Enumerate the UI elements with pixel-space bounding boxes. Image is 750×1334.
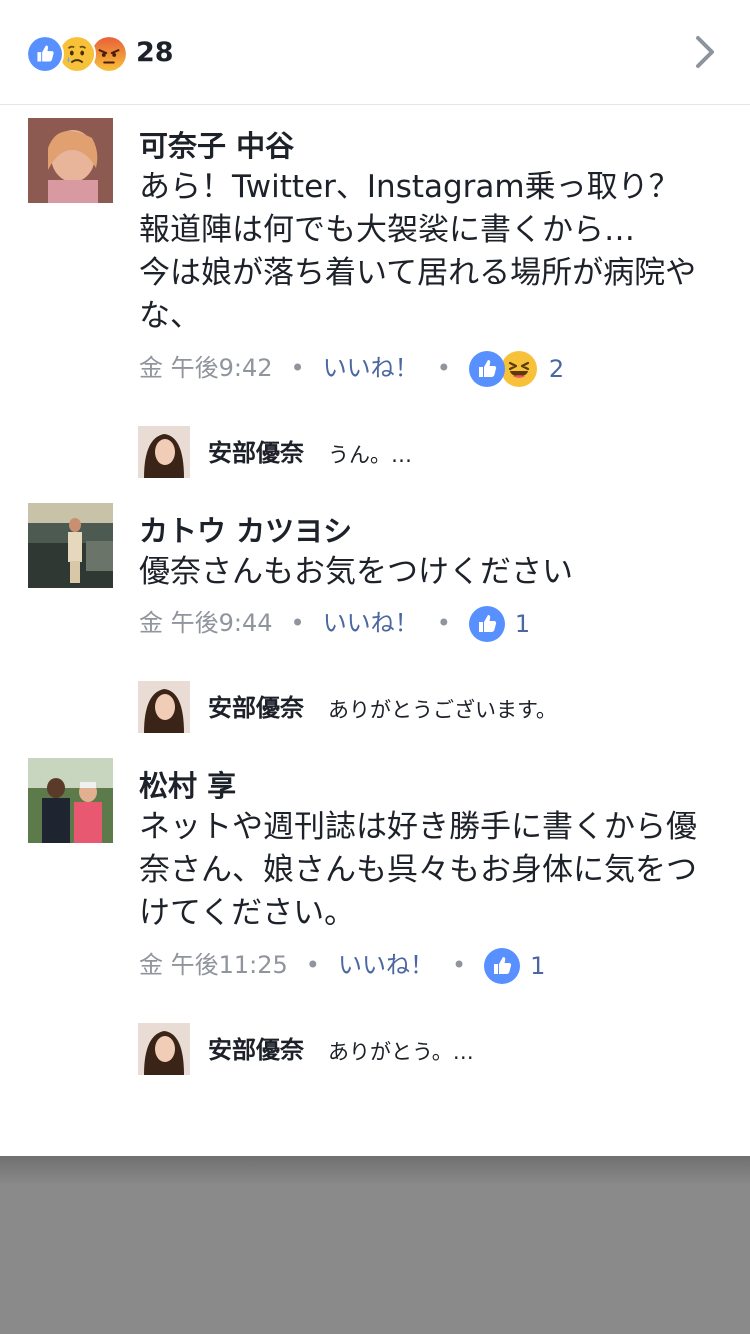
reply-avatar[interactable] [138, 1023, 190, 1075]
comment-author[interactable]: 可奈子 中谷 [139, 128, 294, 164]
comment-time[interactable]: 金 午後9:42 [139, 348, 273, 388]
separator-dot: • [451, 951, 467, 979]
comment-meta: 金 午後9:42 • いいね！ • 2 [139, 348, 564, 388]
dimmed-background[interactable] [0, 1156, 750, 1334]
like-icon [484, 948, 520, 984]
reply-preview[interactable]: 安部優奈 ありがとうございます。 [138, 681, 738, 733]
comment-line: 優奈さんもお気をつけください [139, 554, 573, 590]
comment-reaction-count[interactable]: 1 [515, 604, 530, 644]
reply-text: ありがとう。… [328, 1040, 474, 1064]
like-button[interactable]: いいね！ [323, 603, 419, 643]
comment-reactions[interactable] [469, 606, 505, 642]
comment-text: あら！Twitter、Instagram乗っ取り？ 報道陣は何でも大袈裟に書くか… [139, 166, 734, 338]
comment-reactions[interactable] [469, 351, 539, 387]
comment-meta: 金 午後9:44 • いいね！ • 1 [139, 603, 530, 643]
comment-reaction-count[interactable]: 1 [530, 946, 545, 986]
reaction-count: 28 [136, 37, 174, 68]
reply-text: うん。… [328, 443, 412, 467]
comment-line: ネットや週刊誌は好き勝手に書くから優 [139, 809, 697, 845]
comment-author[interactable]: カトウ カツヨシ [139, 513, 352, 549]
comment-line: な、 [139, 298, 201, 334]
comment-line: けてください。 [139, 895, 356, 931]
like-button[interactable]: いいね！ [338, 945, 434, 985]
like-icon [469, 351, 505, 387]
reply-author[interactable]: 安部優奈 [208, 1033, 304, 1067]
like-icon [26, 35, 64, 73]
haha-icon [501, 351, 537, 387]
separator-dot: • [436, 609, 451, 637]
comment-line: 奈さん、娘さんも呉々もお身体に気をつ [139, 852, 697, 888]
comment-time[interactable]: 金 午後9:44 [139, 603, 273, 643]
reply-author[interactable]: 安部優奈 [208, 436, 304, 470]
reply-text: ありがとうございます。 [328, 698, 557, 722]
reply-preview[interactable]: 安部優奈 うん。… [138, 426, 738, 478]
comment-reaction-count[interactable]: 2 [549, 349, 564, 389]
reactions-header[interactable]: 28 [0, 0, 750, 105]
chevron-right-icon[interactable] [690, 32, 720, 72]
comment-line: 報道陣は何でも大袈裟に書くから… [139, 212, 635, 248]
reply-author[interactable]: 安部優奈 [208, 691, 304, 725]
comment-reactions[interactable] [484, 948, 520, 984]
comment-meta: 金 午後11:25 • いいね！ • 1 [139, 945, 545, 985]
separator-dot: • [290, 609, 305, 637]
comment-author[interactable]: 松村 享 [139, 768, 236, 804]
comment-text: 優奈さんもお気をつけください [139, 551, 734, 594]
reactions-comments-sheet: 28 可奈子 中谷 あら！Twitter、Instagram乗っ取り？ 報道陣は… [0, 0, 750, 1156]
reply-avatar[interactable] [138, 681, 190, 733]
comment-line: あら！Twitter、Instagram乗っ取り？ [139, 169, 680, 205]
separator-dot: • [305, 951, 320, 979]
avatar[interactable] [28, 503, 113, 588]
comment-line: 今は娘が落ち着いて居れる場所が病院や [139, 255, 697, 291]
comment-time[interactable]: 金 午後11:25 [139, 945, 288, 985]
comment-text: ネットや週刊誌は好き勝手に書くから優 奈さん、娘さんも呉々もお身体に気をつ けて… [139, 806, 734, 935]
reply-avatar[interactable] [138, 426, 190, 478]
avatar[interactable] [28, 758, 113, 843]
separator-dot: • [290, 354, 305, 382]
avatar[interactable] [28, 118, 113, 203]
like-button[interactable]: いいね！ [323, 348, 419, 388]
like-icon [469, 606, 505, 642]
reply-preview[interactable]: 安部優奈 ありがとう。… [138, 1023, 738, 1075]
separator-dot: • [436, 354, 451, 382]
